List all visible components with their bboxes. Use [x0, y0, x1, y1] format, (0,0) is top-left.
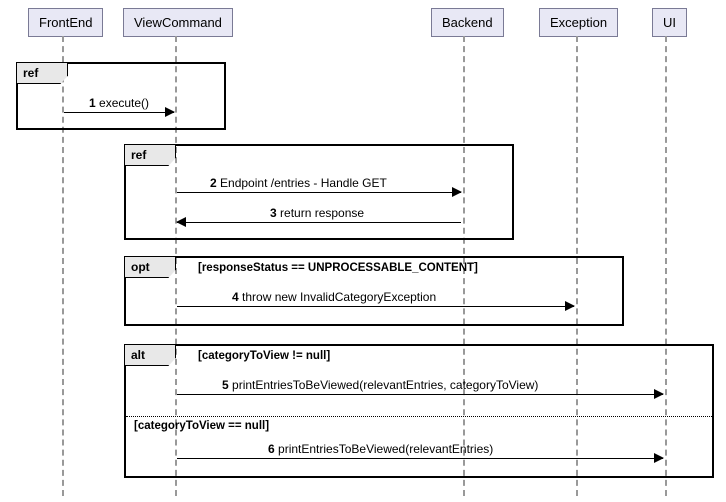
message-1-arrow	[64, 112, 174, 113]
participant-exception: Exception	[539, 8, 618, 37]
participant-viewcommand: ViewCommand	[123, 8, 233, 37]
message-1-label: 1 execute()	[89, 96, 149, 110]
message-2-label: 2 Endpoint /entries - Handle GET	[210, 176, 387, 190]
frame-ref-2-label: ref	[125, 145, 176, 166]
frame-alt-label: alt	[125, 345, 176, 366]
message-5-arrow	[177, 394, 663, 395]
message-6-arrow	[177, 458, 663, 459]
message-2-arrow	[177, 192, 461, 193]
frame-alt-divider	[126, 416, 712, 417]
participant-frontend: FrontEnd	[28, 8, 103, 37]
message-3-arrow	[177, 222, 461, 223]
message-5-label: 5 printEntriesToBeViewed(relevantEntries…	[222, 378, 538, 392]
message-3-label: 3 return response	[270, 206, 364, 220]
participant-backend: Backend	[431, 8, 504, 37]
participant-ui: UI	[652, 8, 687, 37]
frame-alt-guard-2: [categoryToView == null]	[134, 420, 269, 432]
frame-opt-label: opt	[125, 257, 176, 278]
frame-alt-guard-1: [categoryToView != null]	[198, 350, 330, 362]
message-6-label: 6 printEntriesToBeViewed(relevantEntries…	[268, 442, 493, 456]
frame-opt-guard: [responseStatus == UNPROCESSABLE_CONTENT…	[198, 262, 478, 274]
frame-ref-1-label: ref	[17, 63, 68, 84]
message-4-label: 4 throw new InvalidCategoryException	[232, 290, 436, 304]
message-4-arrow	[177, 306, 574, 307]
